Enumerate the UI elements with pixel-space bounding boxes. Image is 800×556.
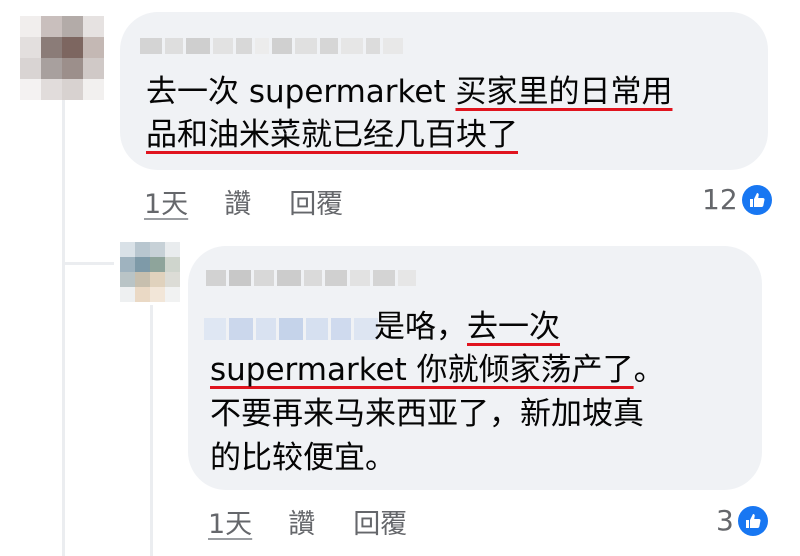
highlighted-text: supermarket 你就倾家荡产了 [210, 352, 634, 388]
highlighted-text: 买家里的日常用 [455, 74, 673, 110]
reply-text: 。 [633, 352, 665, 388]
mention-tag[interactable] [204, 318, 378, 340]
commenter-name[interactable] [140, 38, 403, 54]
reply-button[interactable]: 回覆 [353, 502, 407, 541]
reply-thread-line [150, 305, 153, 556]
reaction-count[interactable]: 3 [716, 504, 768, 537]
reply-text-line-4: 的比较便宜。 [210, 440, 396, 476]
comment-text-line-2: 品和油米菜就已经几百块了 [146, 113, 518, 158]
highlighted-text: 品和油米菜就已经几百块了 [146, 117, 518, 153]
thread-connector [62, 100, 65, 556]
reply-button[interactable]: 回覆 [289, 182, 343, 221]
replier-avatar[interactable] [120, 242, 180, 302]
reply-text: 是咯， [374, 309, 467, 345]
reaction-count[interactable]: 12 [702, 183, 772, 216]
reply-text-line-3: 不要再来马来西亚了，新加坡真 [210, 396, 644, 432]
reply-text-line-1: 是咯，去一次 [374, 305, 560, 350]
timestamp-link[interactable]: 1天 [144, 182, 188, 221]
like-button[interactable]: 讚 [224, 182, 251, 221]
reply-actions: 1天 讚 回覆 [208, 502, 407, 541]
highlighted-text: 去一次 [467, 309, 560, 345]
commenter-avatar[interactable] [20, 16, 104, 100]
thumbs-up-icon [737, 505, 768, 536]
reply-text-line-2: supermarket 你就倾家荡产了。 [210, 348, 665, 393]
reply-connector [62, 262, 114, 265]
comment-actions: 1天 讚 回覆 [144, 182, 343, 221]
timestamp-link[interactable]: 1天 [208, 502, 252, 541]
reaction-count-value: 3 [716, 504, 734, 537]
reaction-count-value: 12 [702, 183, 738, 216]
thumbs-up-icon [741, 184, 772, 215]
comment-text: 去一次 supermarket [146, 74, 456, 110]
replier-name[interactable] [206, 270, 416, 286]
comment-text-line-1: 去一次 supermarket 买家里的日常用 [146, 70, 672, 115]
like-button[interactable]: 讚 [288, 502, 315, 541]
